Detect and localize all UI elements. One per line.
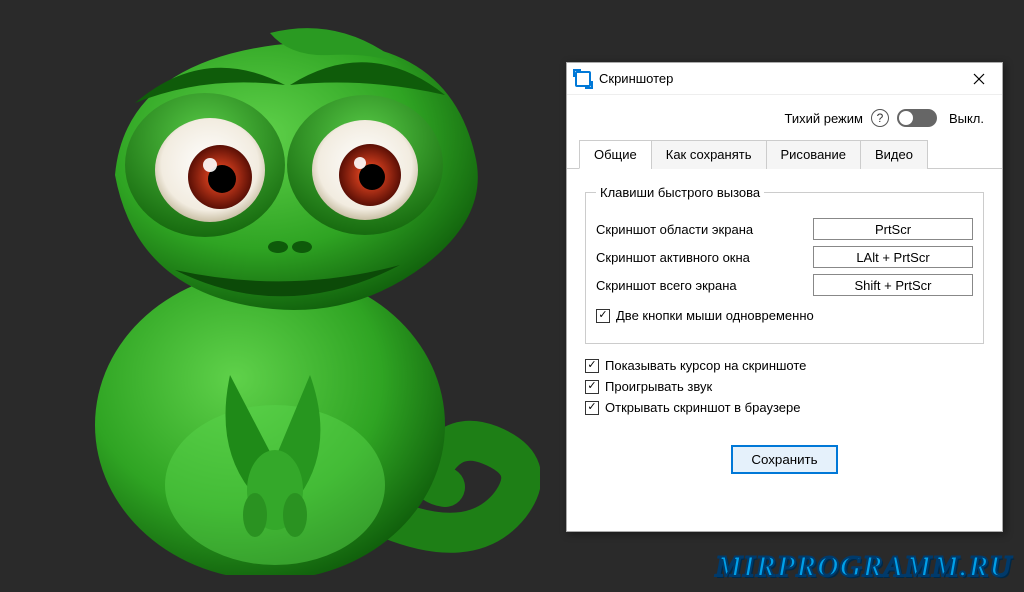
quiet-mode-label: Тихий режим bbox=[784, 111, 862, 126]
tab-content-general: Клавиши быстрого вызова Скриншот области… bbox=[567, 169, 1002, 484]
checkbox-play-sound[interactable] bbox=[585, 380, 599, 394]
titlebar: Скриншотер bbox=[567, 63, 1002, 95]
close-icon bbox=[973, 73, 985, 85]
tab-general[interactable]: Общие bbox=[579, 140, 652, 169]
checkbox-open-browser[interactable] bbox=[585, 401, 599, 415]
hotkey-input-fullscreen[interactable]: Shift + PrtScr bbox=[813, 274, 973, 296]
hotkeys-group: Клавиши быстрого вызова Скриншот области… bbox=[585, 185, 984, 344]
tab-how-to-save[interactable]: Как сохранять bbox=[651, 140, 767, 169]
hotkey-label-fullscreen: Скриншот всего экрана bbox=[596, 278, 813, 293]
save-row: Сохранить bbox=[585, 445, 984, 474]
hotkeys-legend: Клавиши быстрого вызова bbox=[596, 185, 764, 200]
quiet-mode-toggle[interactable] bbox=[897, 109, 937, 127]
hotkey-label-window: Скриншот активного окна bbox=[596, 250, 813, 265]
hotkey-row-area: Скриншот области экрана PrtScr bbox=[596, 218, 973, 240]
help-icon[interactable]: ? bbox=[871, 109, 889, 127]
settings-dialog: Скриншотер Тихий режим ? Выкл. Общие Как… bbox=[566, 62, 1003, 532]
checkbox-row-show-cursor: Показывать курсор на скриншоте bbox=[585, 358, 984, 373]
hotkey-input-area[interactable]: PrtScr bbox=[813, 218, 973, 240]
quiet-mode-state: Выкл. bbox=[949, 111, 984, 126]
checkbox-show-cursor[interactable] bbox=[585, 359, 599, 373]
window-title: Скриншотер bbox=[599, 71, 964, 86]
watermark: MIRPROGRAMM.RU bbox=[715, 550, 1012, 584]
quiet-mode-row: Тихий режим ? Выкл. bbox=[567, 95, 1002, 137]
checkbox-label-show-cursor: Показывать курсор на скриншоте bbox=[605, 358, 806, 373]
hotkey-row-window: Скриншот активного окна LAlt + PrtScr bbox=[596, 246, 973, 268]
tabs: Общие Как сохранять Рисование Видео bbox=[567, 139, 1002, 169]
tab-video[interactable]: Видео bbox=[860, 140, 928, 169]
checkbox-row-play-sound: Проигрывать звук bbox=[585, 379, 984, 394]
checkbox-label-play-sound: Проигрывать звук bbox=[605, 379, 712, 394]
hotkey-input-window[interactable]: LAlt + PrtScr bbox=[813, 246, 973, 268]
close-button[interactable] bbox=[964, 64, 994, 94]
chameleon-illustration bbox=[20, 15, 540, 575]
tab-drawing[interactable]: Рисование bbox=[766, 140, 861, 169]
save-button[interactable]: Сохранить bbox=[731, 445, 837, 474]
checkbox-label-two-buttons: Две кнопки мыши одновременно bbox=[616, 308, 814, 323]
app-icon bbox=[575, 71, 591, 87]
checkbox-row-two-buttons: Две кнопки мыши одновременно bbox=[596, 308, 973, 323]
toggle-knob bbox=[899, 111, 913, 125]
hotkey-row-fullscreen: Скриншот всего экрана Shift + PrtScr bbox=[596, 274, 973, 296]
checkbox-label-open-browser: Открывать скриншот в браузере bbox=[605, 400, 800, 415]
checkbox-two-buttons[interactable] bbox=[596, 309, 610, 323]
checkbox-row-open-browser: Открывать скриншот в браузере bbox=[585, 400, 984, 415]
hotkey-label-area: Скриншот области экрана bbox=[596, 222, 813, 237]
